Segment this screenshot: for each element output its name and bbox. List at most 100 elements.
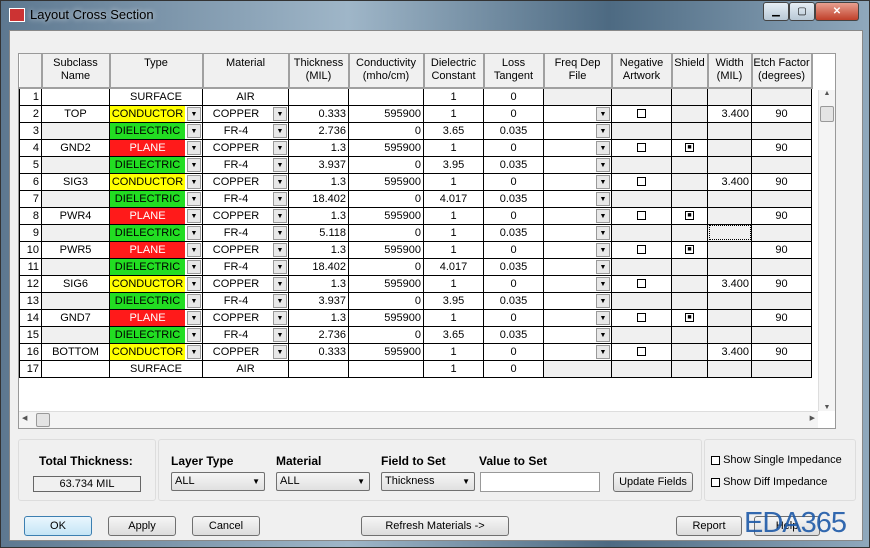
apply-button[interactable]: Apply bbox=[108, 516, 176, 536]
etch-factor-cell[interactable]: 90 bbox=[751, 104, 812, 123]
width-cell[interactable]: 3.400 bbox=[707, 104, 752, 123]
dropdown-arrow-icon[interactable]: ▼ bbox=[273, 157, 287, 172]
column-header-width[interactable]: Width (MIL) bbox=[707, 54, 753, 89]
conductivity-cell[interactable] bbox=[348, 359, 424, 378]
show-diff-impedance-checkbox[interactable]: Show Diff Impedance bbox=[711, 476, 827, 488]
dropdown-arrow-icon[interactable]: ▼ bbox=[187, 123, 201, 138]
dropdown-arrow-icon[interactable]: ▼ bbox=[596, 174, 610, 189]
dropdown-arrow-icon[interactable]: ▼ bbox=[273, 106, 287, 121]
thickness-cell[interactable] bbox=[288, 87, 349, 106]
maximize-button[interactable]: ▢ bbox=[789, 2, 815, 21]
dielectric-constant-cell[interactable]: 4.017 bbox=[423, 189, 484, 208]
dielectric-constant-cell[interactable]: 3.65 bbox=[423, 121, 484, 140]
negative-artwork-cell[interactable] bbox=[611, 206, 672, 225]
row-number[interactable]: 11 bbox=[19, 257, 42, 276]
loss-tangent-cell[interactable]: 0.035 bbox=[483, 121, 544, 140]
conductivity-cell[interactable]: 0 bbox=[348, 189, 424, 208]
freq-dep-file-cell[interactable]: ▼ bbox=[543, 155, 612, 174]
loss-tangent-cell[interactable]: 0.035 bbox=[483, 291, 544, 310]
type-cell[interactable]: SURFACE bbox=[109, 87, 203, 106]
subclass-name-cell[interactable]: PWR5 bbox=[41, 240, 110, 259]
row-number[interactable]: 13 bbox=[19, 291, 42, 310]
loss-tangent-cell[interactable]: 0 bbox=[483, 240, 544, 259]
dropdown-arrow-icon[interactable]: ▼ bbox=[187, 242, 201, 257]
row-number[interactable]: 8 bbox=[19, 206, 42, 225]
dropdown-arrow-icon[interactable]: ▼ bbox=[596, 293, 610, 308]
loss-tangent-cell[interactable]: 0 bbox=[483, 87, 544, 106]
conductivity-cell[interactable]: 0 bbox=[348, 223, 424, 242]
negative-artwork-checkbox[interactable] bbox=[637, 279, 646, 289]
row-number[interactable]: 1 bbox=[19, 87, 42, 106]
etch-factor-cell[interactable]: 90 bbox=[751, 206, 812, 225]
dropdown-arrow-icon[interactable]: ▼ bbox=[187, 191, 201, 206]
negative-artwork-checkbox[interactable] bbox=[637, 211, 646, 221]
negative-artwork-cell[interactable] bbox=[611, 240, 672, 259]
dropdown-arrow-icon[interactable]: ▼ bbox=[596, 208, 610, 223]
etch-factor-cell[interactable]: 90 bbox=[751, 342, 812, 361]
dielectric-constant-cell[interactable]: 1 bbox=[423, 274, 484, 293]
shield-checkbox[interactable]: ■ bbox=[685, 313, 694, 323]
row-number[interactable]: 12 bbox=[19, 274, 42, 293]
loss-tangent-cell[interactable]: 0 bbox=[483, 138, 544, 157]
shield-checkbox[interactable]: ■ bbox=[685, 211, 694, 221]
negative-artwork-checkbox[interactable] bbox=[637, 313, 646, 323]
horizontal-scrollbar[interactable]: ◀ ▶ bbox=[19, 411, 818, 428]
dropdown-arrow-icon[interactable]: ▼ bbox=[596, 310, 610, 325]
freq-dep-file-cell[interactable]: ▼ bbox=[543, 138, 612, 157]
row-number[interactable]: 6 bbox=[19, 172, 42, 191]
negative-artwork-checkbox[interactable] bbox=[637, 245, 646, 255]
field-to-set-select[interactable]: Thickness ▼ bbox=[381, 472, 475, 491]
type-cell[interactable]: CONDUCTOR ▼ bbox=[109, 172, 203, 191]
etch-factor-cell[interactable]: 90 bbox=[751, 240, 812, 259]
loss-tangent-cell[interactable]: 0.035 bbox=[483, 155, 544, 174]
dropdown-arrow-icon[interactable]: ▼ bbox=[187, 157, 201, 172]
conductivity-cell[interactable]: 0 bbox=[348, 291, 424, 310]
thickness-cell[interactable]: 1.3 bbox=[288, 172, 349, 191]
dropdown-arrow-icon[interactable]: ▼ bbox=[187, 310, 201, 325]
subclass-name-cell[interactable]: BOTTOM bbox=[41, 342, 110, 361]
close-button[interactable]: ✕ bbox=[815, 2, 859, 21]
conductivity-cell[interactable]: 595900 bbox=[348, 342, 424, 361]
column-header-conductivity[interactable]: Conductivity (mho/cm) bbox=[348, 54, 425, 89]
negative-artwork-checkbox[interactable] bbox=[637, 143, 646, 153]
loss-tangent-cell[interactable]: 0 bbox=[483, 104, 544, 123]
negative-artwork-cell[interactable] bbox=[611, 104, 672, 123]
conductivity-cell[interactable]: 595900 bbox=[348, 104, 424, 123]
thickness-cell[interactable]: 18.402 bbox=[288, 257, 349, 276]
loss-tangent-cell[interactable]: 0 bbox=[483, 274, 544, 293]
material-cell[interactable]: COPPER ▼ bbox=[202, 138, 289, 157]
show-single-impedance-checkbox[interactable]: Show Single Impedance bbox=[711, 454, 842, 466]
material-cell[interactable]: FR-4 ▼ bbox=[202, 257, 289, 276]
width-cell[interactable]: 3.400 bbox=[707, 172, 752, 191]
row-number[interactable]: 15 bbox=[19, 325, 42, 344]
dropdown-arrow-icon[interactable]: ▼ bbox=[187, 344, 201, 359]
cancel-button[interactable]: Cancel bbox=[192, 516, 260, 536]
freq-dep-file-cell[interactable]: ▼ bbox=[543, 291, 612, 310]
dropdown-arrow-icon[interactable]: ▼ bbox=[273, 140, 287, 155]
type-cell[interactable]: DIELECTRIC ▼ bbox=[109, 325, 203, 344]
type-cell[interactable]: DIELECTRIC ▼ bbox=[109, 291, 203, 310]
refresh-materials-button[interactable]: Refresh Materials -> bbox=[361, 516, 509, 536]
conductivity-cell[interactable] bbox=[348, 87, 424, 106]
material-cell[interactable]: FR-4 ▼ bbox=[202, 291, 289, 310]
shield-checkbox[interactable]: ■ bbox=[685, 143, 694, 153]
vertical-scroll-thumb[interactable] bbox=[820, 106, 834, 122]
dropdown-arrow-icon[interactable]: ▼ bbox=[187, 208, 201, 223]
type-cell[interactable]: DIELECTRIC ▼ bbox=[109, 223, 203, 242]
thickness-cell[interactable]: 1.3 bbox=[288, 308, 349, 327]
type-cell[interactable]: CONDUCTOR ▼ bbox=[109, 342, 203, 361]
layer-type-select[interactable]: ALL ▼ bbox=[171, 472, 265, 491]
thickness-cell[interactable]: 18.402 bbox=[288, 189, 349, 208]
material-cell[interactable]: COPPER ▼ bbox=[202, 274, 289, 293]
conductivity-cell[interactable]: 595900 bbox=[348, 138, 424, 157]
thickness-cell[interactable]: 1.3 bbox=[288, 206, 349, 225]
dielectric-constant-cell[interactable]: 1 bbox=[423, 87, 484, 106]
material-cell[interactable]: FR-4 ▼ bbox=[202, 325, 289, 344]
dropdown-arrow-icon[interactable]: ▼ bbox=[187, 174, 201, 189]
thickness-cell[interactable]: 3.937 bbox=[288, 291, 349, 310]
type-cell[interactable]: CONDUCTOR ▼ bbox=[109, 274, 203, 293]
row-number[interactable]: 7 bbox=[19, 189, 42, 208]
negative-artwork-cell[interactable] bbox=[611, 172, 672, 191]
type-cell[interactable]: PLANE ▼ bbox=[109, 206, 203, 225]
type-cell[interactable]: CONDUCTOR ▼ bbox=[109, 104, 203, 123]
